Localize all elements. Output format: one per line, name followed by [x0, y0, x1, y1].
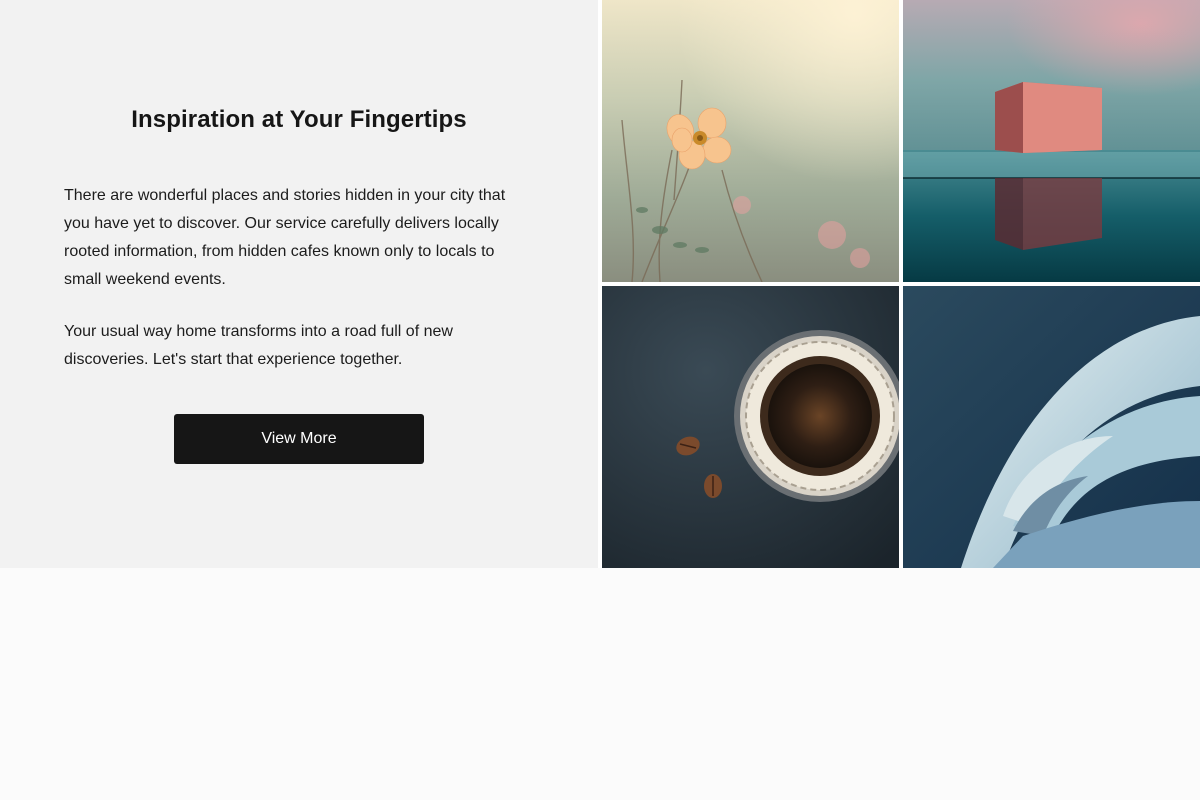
hero-headline: Inspiration at Your Fingertips [131, 106, 467, 133]
intro-panel: Inspiration at Your Fingertips There are… [0, 0, 598, 568]
flower-photo [602, 0, 899, 282]
hero-paragraph-2: Your usual way home transforms into a ro… [64, 323, 453, 368]
hero-body: There are wonderful places and stories h… [64, 182, 534, 374]
hero-paragraph-1: There are wonderful places and stories h… [64, 187, 506, 288]
arches-photo [903, 286, 1200, 568]
hero-section: Inspiration at Your Fingertips There are… [0, 0, 1200, 568]
view-more-button[interactable]: View More [174, 414, 424, 464]
coffee-filter-photo [602, 286, 899, 568]
image-gallery [598, 0, 1200, 568]
cube-reflection-photo [903, 0, 1200, 282]
